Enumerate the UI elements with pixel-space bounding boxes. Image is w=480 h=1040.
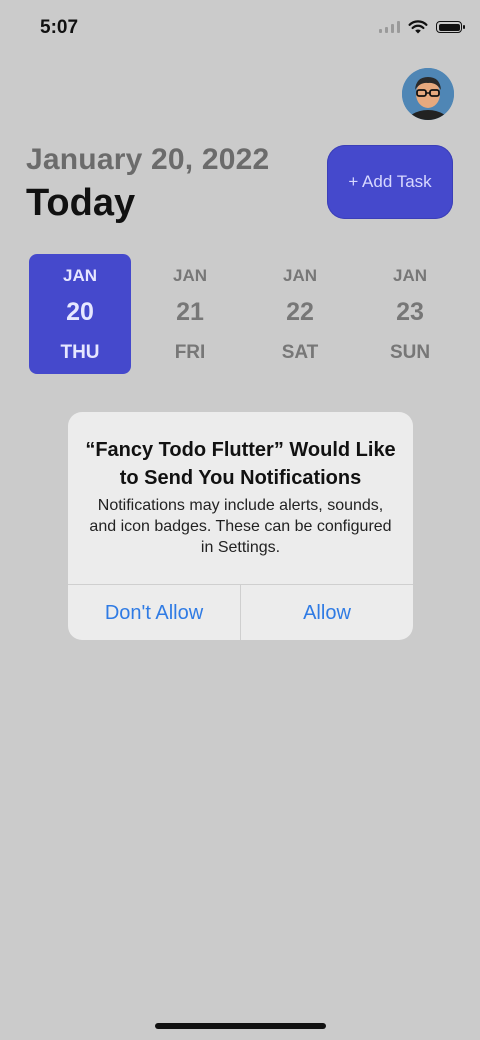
date-month: JAN	[172, 266, 207, 285]
battery-icon	[436, 21, 465, 33]
date-day: 20	[66, 298, 94, 326]
date-month: JAN	[282, 266, 317, 285]
app-screen: 5:07 January 20, 2022 Today + Add Task J…	[0, 0, 480, 1040]
date-item-jan-23[interactable]: JAN 23 SUN	[359, 254, 461, 374]
date-weekday: FRI	[174, 342, 206, 363]
date-day: 23	[396, 298, 424, 326]
date-day: 22	[286, 298, 314, 326]
add-task-button[interactable]: + Add Task	[327, 145, 453, 219]
date-weekday: THU	[60, 342, 100, 363]
alert-message: Notifications may include alerts, sounds…	[89, 497, 392, 556]
date-day: 21	[176, 298, 204, 326]
wifi-icon	[408, 20, 428, 34]
date-item-jan-22[interactable]: JAN 22 SAT	[249, 254, 351, 374]
alert-actions: Don't Allow Allow	[68, 584, 413, 640]
alert-title: “Fancy Todo Flutter” Would Like to Send …	[85, 439, 396, 489]
date-month: JAN	[62, 266, 97, 285]
date-picker-strip[interactable]: JAN 20 THU JAN 21 FRI JAN 22 SAT JAN 23 …	[29, 254, 469, 374]
allow-button[interactable]: Allow	[240, 585, 413, 640]
status-icons	[379, 20, 465, 34]
status-time: 5:07	[40, 17, 79, 38]
cellular-signal-icon	[379, 21, 400, 33]
date-item-jan-21[interactable]: JAN 21 FRI	[139, 254, 241, 374]
home-indicator[interactable]	[155, 1023, 326, 1029]
profile-avatar[interactable]	[402, 68, 454, 120]
current-date: January 20, 2022	[26, 143, 270, 176]
page-title: Today	[26, 182, 136, 224]
date-month: JAN	[392, 266, 427, 285]
dont-allow-button[interactable]: Don't Allow	[68, 585, 240, 640]
date-weekday: SUN	[389, 342, 431, 363]
date-weekday: SAT	[281, 342, 319, 363]
date-item-jan-20[interactable]: JAN 20 THU	[29, 254, 131, 374]
avatar-illustration	[402, 68, 454, 120]
dark-mode-toggle-icon[interactable]	[24, 78, 50, 104]
notification-permission-alert: “Fancy Todo Flutter” Would Like to Send …	[68, 412, 413, 640]
